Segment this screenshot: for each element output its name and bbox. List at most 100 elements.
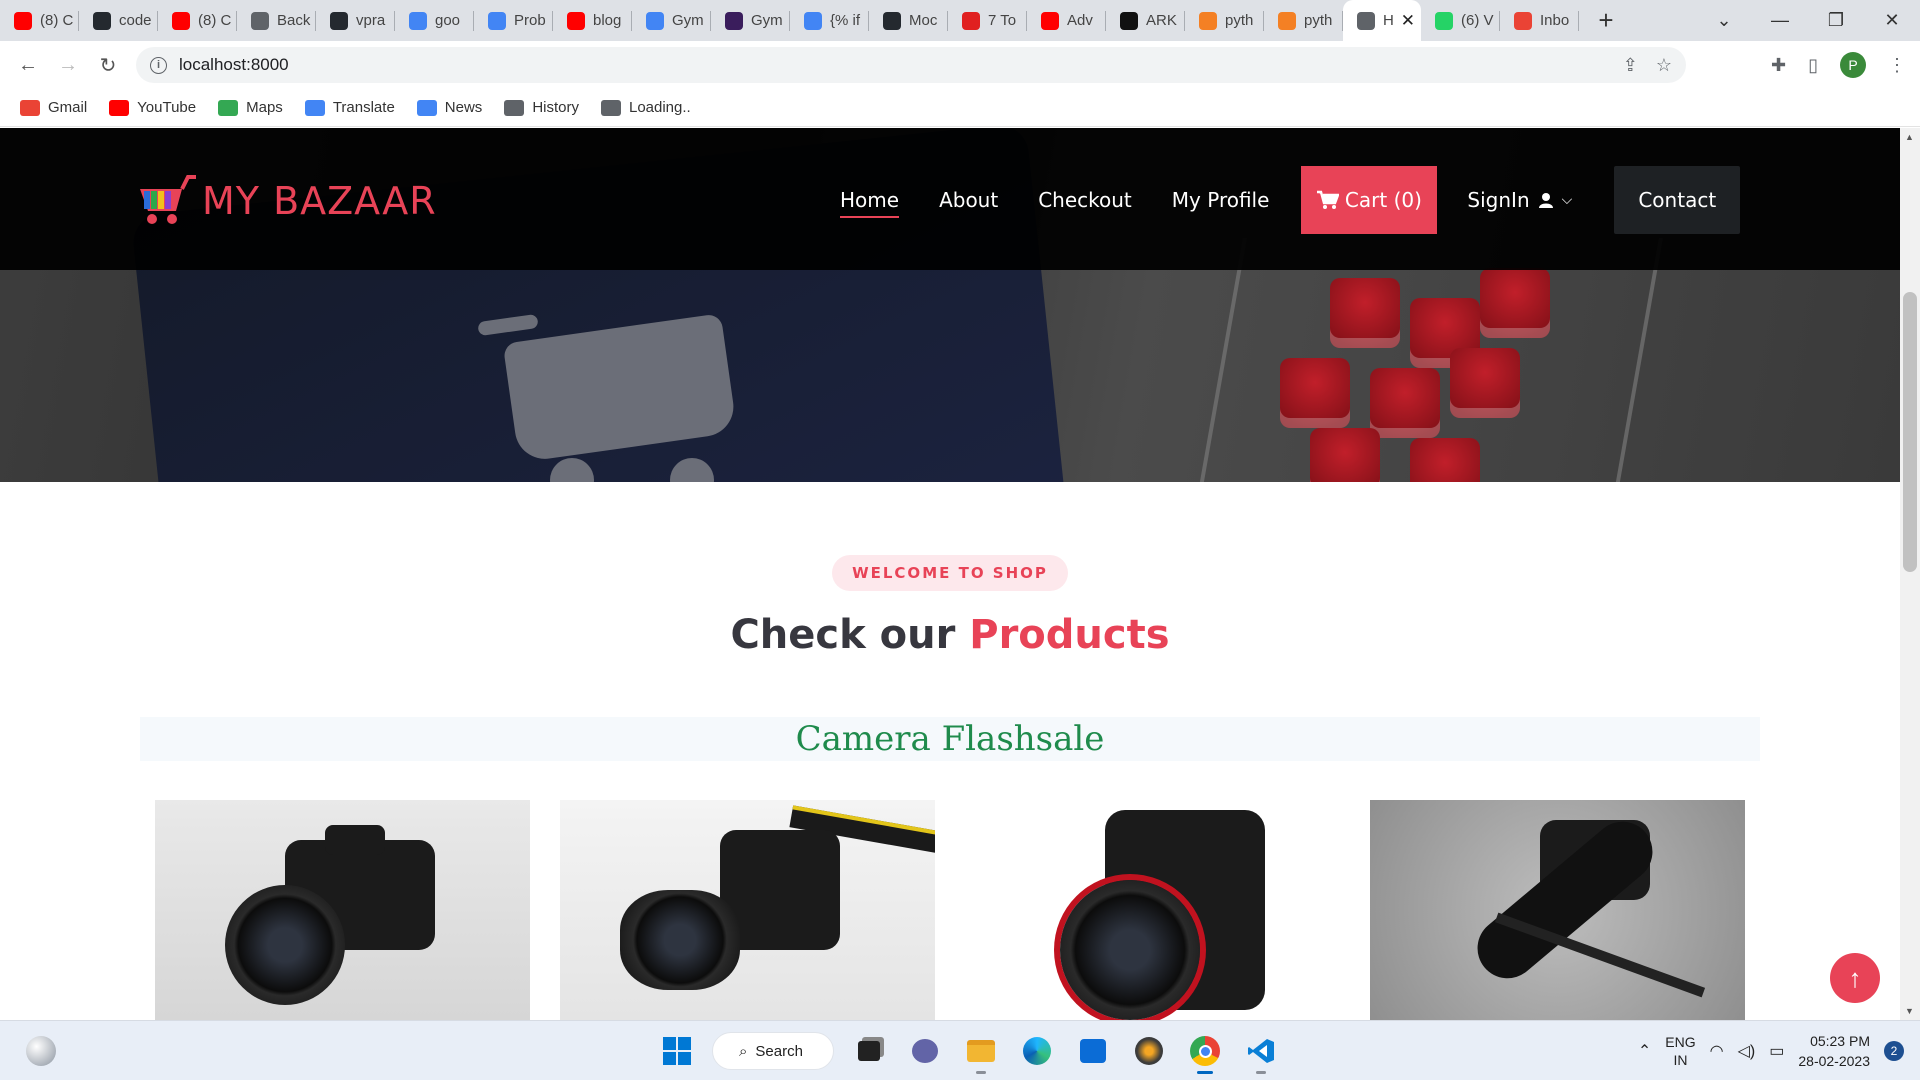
- browser-tab[interactable]: (6) V: [1421, 0, 1500, 41]
- youtube-icon: [172, 11, 190, 30]
- site-info-icon[interactable]: i: [150, 56, 167, 74]
- browser-tab[interactable]: blog: [553, 0, 632, 41]
- clock[interactable]: 05:23 PM 28-02-2023: [1798, 1031, 1870, 1071]
- close-tab-icon[interactable]: ✕: [1401, 11, 1415, 31]
- volume-icon[interactable]: ◁): [1738, 1041, 1756, 1061]
- product-card[interactable]: [560, 800, 935, 1020]
- weather-widget-icon[interactable]: [26, 1036, 56, 1066]
- browser-tab[interactable]: ARK: [1106, 0, 1185, 41]
- browser-tab[interactable]: goo: [395, 0, 474, 41]
- side-panel-icon[interactable]: ▯: [1808, 55, 1818, 76]
- file-explorer-button[interactable]: [960, 1030, 1002, 1074]
- back-icon[interactable]: ←: [8, 54, 48, 77]
- whatsapp-icon: [1435, 11, 1453, 30]
- address-bar[interactable]: i localhost:8000 ⇪ ☆: [136, 47, 1686, 83]
- edge-button[interactable]: [1016, 1030, 1058, 1072]
- google-icon: [646, 11, 664, 30]
- tab-search-icon[interactable]: ⌄: [1696, 10, 1752, 31]
- nav-my-profile[interactable]: My Profile: [1152, 166, 1290, 234]
- browser-tab[interactable]: Gym: [632, 0, 711, 41]
- browser-tab[interactable]: Gym: [711, 0, 790, 41]
- tray-overflow-icon[interactable]: ⌃: [1638, 1041, 1651, 1061]
- chrome-menu-icon[interactable]: ⋮: [1888, 55, 1906, 76]
- store-button[interactable]: [1072, 1030, 1114, 1072]
- nav-checkout[interactable]: Checkout: [1018, 166, 1152, 234]
- taskbar-search[interactable]: ⌕ Search: [712, 1032, 834, 1070]
- restore-icon[interactable]: ❐: [1808, 10, 1864, 31]
- start-button[interactable]: [656, 1030, 698, 1072]
- scroll-up-icon[interactable]: ▲: [1905, 132, 1914, 142]
- site-logo[interactable]: MY BAZAAR: [138, 175, 437, 227]
- battery-icon[interactable]: ▭: [1769, 1041, 1784, 1061]
- browser-tab[interactable]: (8) C: [0, 0, 79, 41]
- bookmark-item[interactable]: Translate: [304, 99, 395, 116]
- google-icon: [804, 11, 822, 30]
- browser-tab[interactable]: Moc: [869, 0, 948, 41]
- task-view-icon: [858, 1041, 880, 1061]
- tab-title: Gym: [672, 12, 704, 29]
- browser-tab[interactable]: code: [79, 0, 158, 41]
- bookmark-item[interactable]: History: [504, 99, 579, 116]
- product-card[interactable]: [1370, 800, 1745, 1020]
- product-card[interactable]: [965, 800, 1340, 1020]
- bookmark-item[interactable]: Gmail: [20, 99, 87, 116]
- minimize-icon[interactable]: —: [1752, 10, 1808, 31]
- section-title-accent: Products: [969, 612, 1170, 658]
- bookmark-star-icon[interactable]: ☆: [1656, 55, 1672, 76]
- chat-icon: [912, 1039, 938, 1063]
- browser-tab[interactable]: pyth: [1185, 0, 1264, 41]
- cart-button[interactable]: Cart (0): [1301, 166, 1438, 234]
- browser-tab[interactable]: 7 To: [948, 0, 1027, 41]
- notification-badge[interactable]: 2: [1884, 1041, 1904, 1061]
- tab-title: Gym: [751, 12, 783, 29]
- youtube-icon: [1041, 11, 1059, 30]
- new-tab-icon[interactable]: +: [1591, 5, 1621, 36]
- profile-avatar[interactable]: P: [1840, 52, 1866, 78]
- nav-home[interactable]: Home: [820, 166, 919, 234]
- chevron-down-icon: ⌵: [1561, 192, 1573, 208]
- browser-tab[interactable]: Inbo: [1500, 0, 1579, 41]
- bookmark-label: News: [444, 99, 483, 116]
- globe-icon: [600, 99, 621, 116]
- signin-dropdown[interactable]: SignIn ⌵: [1467, 188, 1572, 212]
- product-card[interactable]: [155, 800, 530, 1020]
- browser-tab[interactable]: pyth: [1264, 0, 1343, 41]
- scroll-down-icon[interactable]: ▼: [1905, 1006, 1914, 1016]
- close-window-icon[interactable]: ✕: [1864, 10, 1920, 31]
- nav-about[interactable]: About: [919, 166, 1018, 234]
- bookmark-item[interactable]: Maps: [218, 99, 283, 116]
- browser-tab[interactable]: {% if: [790, 0, 869, 41]
- scroll-to-top-button[interactable]: ↑: [1830, 953, 1880, 1003]
- contact-button[interactable]: Contact: [1614, 166, 1741, 234]
- browser-tab[interactable]: Adv: [1027, 0, 1106, 41]
- reload-icon[interactable]: ↻: [88, 53, 128, 78]
- forward-icon[interactable]: →: [48, 54, 88, 77]
- extensions-icon[interactable]: ✚: [1771, 55, 1786, 76]
- task-view-button[interactable]: [848, 1030, 890, 1072]
- system-tray: ⌃ ENG IN ◠ ◁) ▭ 05:23 PM 28-02-2023 2: [1638, 1021, 1920, 1081]
- bookmark-item[interactable]: News: [416, 99, 483, 116]
- tab-title: Prob: [514, 12, 546, 29]
- teams-chat-button[interactable]: [904, 1030, 946, 1072]
- bookmark-item[interactable]: YouTube: [109, 99, 196, 116]
- page-scrollbar[interactable]: ▲ ▼: [1900, 128, 1920, 1020]
- app-button[interactable]: [1128, 1030, 1170, 1072]
- language-indicator[interactable]: ENG IN: [1665, 1033, 1695, 1069]
- chrome-button[interactable]: [1184, 1030, 1226, 1074]
- browser-tab[interactable]: (8) C: [158, 0, 237, 41]
- scrollbar-thumb[interactable]: [1903, 292, 1917, 572]
- bookmark-label: Loading..: [628, 99, 691, 116]
- browser-tab[interactable]: Prob: [474, 0, 553, 41]
- brand-name: MY BAZAAR: [202, 179, 437, 223]
- address-text[interactable]: localhost:8000: [179, 55, 289, 75]
- browser-tab[interactable]: vpra: [316, 0, 395, 41]
- browser-tab[interactable]: Back: [237, 0, 316, 41]
- bookmark-item[interactable]: Loading..: [600, 99, 691, 116]
- share-icon[interactable]: ⇪: [1623, 55, 1638, 76]
- github-icon: [330, 11, 348, 30]
- browser-tab[interactable]: H ✕: [1343, 0, 1421, 41]
- window-controls: ⌄ — ❐ ✕: [1696, 0, 1920, 41]
- tab-title: blog: [593, 12, 622, 29]
- wifi-icon[interactable]: ◠: [1710, 1041, 1724, 1061]
- vscode-button[interactable]: [1240, 1030, 1282, 1074]
